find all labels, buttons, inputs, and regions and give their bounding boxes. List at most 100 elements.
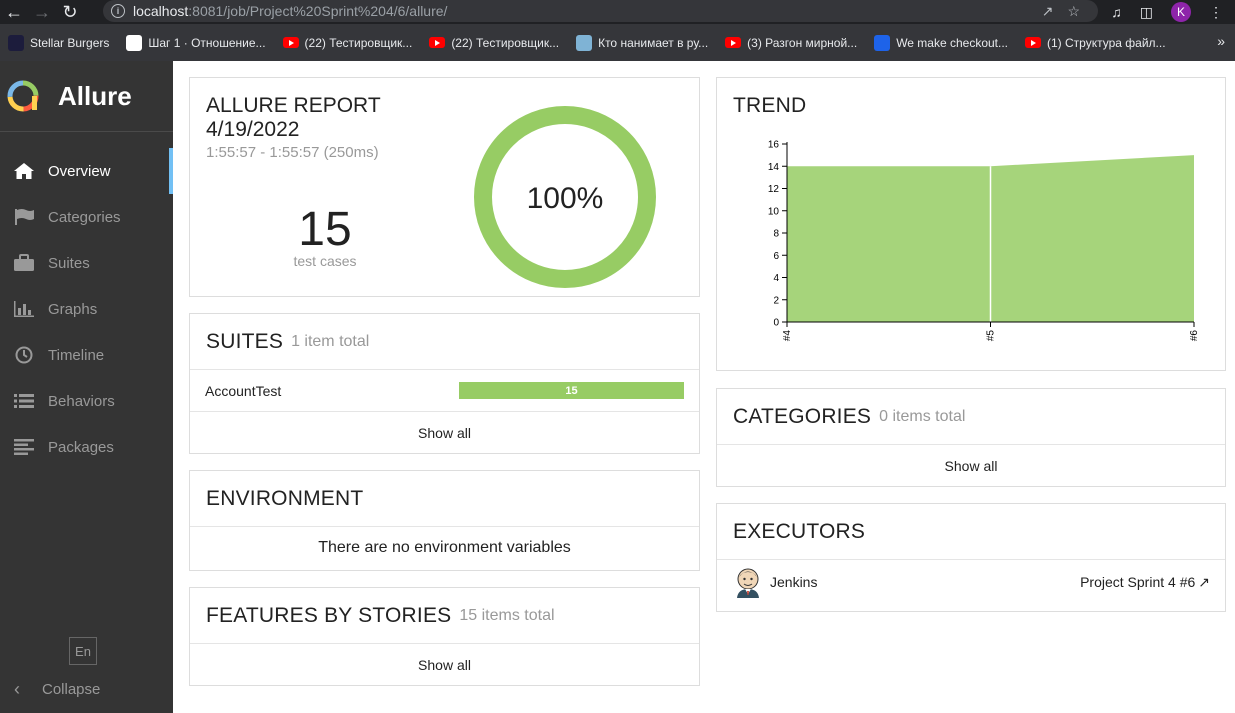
bookmark-item[interactable]: (22) Тестировщик... [429,36,559,50]
url-path: :8081/job/Project%20Sprint%204/6/allure/ [188,3,448,19]
clock-icon [11,345,37,365]
categories-widget: CATEGORIES 0 items total Show all [716,388,1226,487]
c-icon [874,34,891,51]
bookmark-label: (1) Структура файл... [1047,35,1166,50]
sidebar-item-packages[interactable]: Packages [0,424,173,470]
trend-x-tick-label: #6 [1189,330,1200,342]
trend-y-tick-label: 16 [768,140,780,151]
brand-name: Allure [58,80,132,111]
chevron-left-icon: ‹ [14,679,20,699]
suite-row[interactable]: AccountTest 15 [190,370,699,412]
collapse-button[interactable]: ‹ Collapse [14,679,100,700]
site-info-icon[interactable]: i [111,4,125,18]
profile-avatar[interactable]: K [1171,2,1191,22]
executors-widget: EXECUTORS Jenkins Project Sprint 4 #6 ↗ [716,503,1226,612]
bookmark-label: (3) Разгон мирной... [747,35,858,50]
bookmark-item[interactable]: Stellar Burgers [8,34,109,51]
media-control-icon[interactable]: ♫ [1111,4,1122,20]
bookmark-item[interactable]: Кто нанимает в ру... [576,34,709,51]
flag-icon [11,207,37,227]
forward-button[interactable]: → [28,1,56,23]
trend-y-tick-label: 10 [768,206,780,217]
trend-y-tick-label: 14 [768,162,780,173]
sidebar-item-label: Behaviors [48,392,115,410]
allure-logo-icon [7,80,39,112]
trend-chart[interactable]: 0 2 4 6 8 10 12 14 16 #4 #5 #6 [717,78,1227,372]
trend-y-tick-label: 6 [773,251,779,262]
test-case-count: 15 [298,203,352,256]
jenkins-icon [737,568,759,598]
bookmark-label: Шаг 1 · Отношение... [148,35,266,50]
bookmark-item[interactable]: Шаг 1 · Отношение... [126,34,266,51]
trend-widget: TREND 0 2 4 6 8 10 12 14 16 #4 #5 #6 [716,77,1226,371]
praktikum-icon [126,34,143,51]
trend-x-tick-label: #5 [986,330,997,342]
back-button[interactable]: ← [0,1,28,23]
categories-show-all[interactable]: Show all [717,445,1225,487]
sidebar-item-overview[interactable]: Overview [0,148,173,194]
executor-build-link[interactable]: Project Sprint 4 #6 ↗ [1080,574,1210,591]
report-title: ALLURE REPORT [206,94,381,117]
features-show-all[interactable]: Show all [190,644,699,686]
address-bar[interactable]: i localhost:8081/job/Project%20Sprint%20… [103,0,1098,22]
suites-title: SUITES [206,329,284,353]
home-icon [11,161,37,181]
brand[interactable]: Allure [0,61,173,132]
suite-status-bar[interactable]: 15 [459,382,684,399]
environment-widget: ENVIRONMENT There are no environment var… [189,470,700,571]
sidebar-item-behaviors[interactable]: Behaviors [0,378,173,424]
executors-title: EXECUTORS [733,519,866,543]
trend-y-tick-label: 0 [773,318,779,329]
features-title: FEATURES BY STORIES [206,603,452,627]
site-icon [576,34,593,51]
sidebar-item-label: Categories [48,208,121,226]
sidebar-item-categories[interactable]: Categories [0,194,173,240]
categories-title: CATEGORIES [733,404,872,428]
side-panel-icon[interactable]: ◫ [1140,4,1153,21]
language-switcher[interactable]: En [69,637,97,665]
youtube-icon [429,37,446,48]
suites-count: 1 item total [291,332,370,350]
youtube-icon [1025,37,1042,48]
bookmark-label: Кто нанимает в ру... [598,35,709,50]
align-left-icon [11,437,37,457]
executor-row: Jenkins Project Sprint 4 #6 ↗ [717,560,1225,604]
sidebar-item-timeline[interactable]: Timeline [0,332,173,378]
sidebar-item-label: Graphs [48,300,98,318]
bookmark-item[interactable]: (3) Разгон мирной... [725,36,857,50]
categories-count: 0 items total [879,407,966,425]
sidebar-item-graphs[interactable]: Graphs [0,286,173,332]
bookmark-star-icon[interactable]: ☆ [1067,3,1080,20]
suite-name: AccountTest [205,382,282,399]
bookmark-item[interactable]: (22) Тестировщик... [282,35,413,50]
bookmark-label: We make checkout... [896,35,1009,50]
share-icon[interactable]: ↗ [1042,3,1054,20]
stellar-burgers-icon [8,34,24,51]
sidebar-item-label: Packages [48,438,114,456]
collapse-label: Collapse [42,681,101,698]
suites-widget: SUITES 1 item total AccountTest 15 Show … [189,313,700,454]
bookmark-item[interactable]: We make checkout... [874,34,1009,51]
sidebar-item-label: Timeline [48,346,105,364]
reload-button[interactable]: ↻ [56,1,84,23]
trend-y-tick-label: 2 [773,295,779,306]
sidebar-item-label: Overview [48,162,111,180]
suites-show-all[interactable]: Show all [190,412,699,454]
sidebar-item-suites[interactable]: Suites [0,240,173,286]
briefcase-icon [11,253,37,273]
environment-message: There are no environment variables [318,539,571,556]
trend-y-tick-label: 12 [768,184,780,195]
executor-build-label: Project Sprint 4 #6 [1080,574,1196,590]
youtube-icon [282,37,299,48]
list-icon [11,391,37,411]
executor-name: Jenkins [770,574,818,590]
bookmark-label: (22) Тестировщик... [304,35,413,50]
trend-y-tick-label: 4 [773,273,779,284]
pass-rate-donut[interactable]: 100% [473,105,657,289]
bookmarks-bar: Stellar Burgers Шаг 1 · Отношение... (22) … [0,24,1235,61]
environment-title: ENVIRONMENT [206,486,364,510]
features-widget: FEATURES BY STORIES 15 items total Show … [189,587,700,686]
bookmark-item[interactable]: (1) Структура файл... [1025,36,1166,50]
menu-kebab-icon[interactable]: ⋮ [1209,4,1223,21]
bookmarks-overflow-icon[interactable]: » [1217,33,1225,49]
